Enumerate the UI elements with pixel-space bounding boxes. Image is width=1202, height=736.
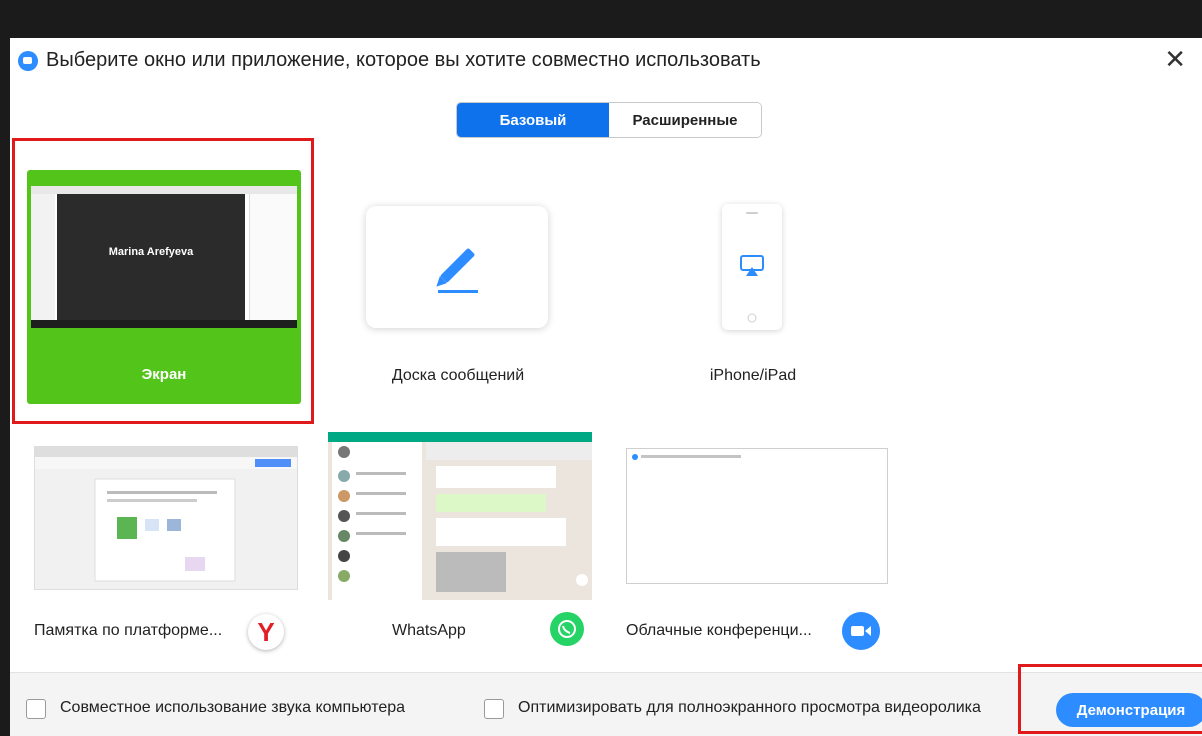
iphone-tile[interactable] bbox=[722, 204, 782, 330]
screen-thumbnail: Marina Arefyeva bbox=[31, 186, 297, 328]
window-label-zoom: Облачные конференци... bbox=[626, 622, 812, 639]
screen-tile-label: Экран bbox=[141, 366, 187, 383]
share-button-highlight bbox=[1018, 664, 1202, 734]
optimize-video-label: Оптимизировать для полноэкранного просмо… bbox=[518, 699, 981, 716]
thumbnail-participant-name: Marina Arefyeva bbox=[108, 246, 194, 258]
window-thumbnail-whatsapp[interactable] bbox=[328, 432, 592, 600]
pencil-icon bbox=[436, 248, 478, 293]
close-icon[interactable]: ✕ bbox=[1164, 46, 1186, 72]
share-audio-label: Совместное использование звука компьютер… bbox=[60, 699, 406, 716]
window-thumbnail-zoom[interactable] bbox=[626, 448, 888, 584]
whatsapp-preview bbox=[328, 432, 592, 600]
window-label-browser: Памятка по платформе... bbox=[34, 622, 223, 639]
zoom-logo-icon bbox=[18, 51, 38, 71]
title-bar: Выберите окно или приложение, которое вы… bbox=[10, 38, 1202, 84]
iphone-frame-icon bbox=[740, 212, 764, 323]
tab-advanced[interactable]: Расширенные bbox=[609, 103, 761, 137]
window-label-whatsapp: WhatsApp bbox=[392, 622, 466, 639]
optimize-video-checkbox[interactable] bbox=[484, 699, 504, 719]
window-thumbnail-browser[interactable] bbox=[34, 446, 298, 590]
airplay-icon bbox=[740, 255, 764, 276]
whiteboard-tile[interactable] bbox=[366, 206, 548, 328]
browser-preview bbox=[35, 447, 297, 582]
share-audio-checkbox[interactable] bbox=[26, 699, 46, 719]
share-screen-dialog: Выберите окно или приложение, которое вы… bbox=[10, 38, 1202, 736]
dialog-title: Выберите окно или приложение, которое вы… bbox=[46, 49, 761, 71]
iphone-tile-label: iPhone/iPad bbox=[709, 367, 797, 384]
whiteboard-tile-label: Доска сообщений bbox=[391, 367, 525, 384]
tab-basic[interactable]: Базовый bbox=[457, 103, 609, 137]
yandex-browser-icon: Y bbox=[248, 614, 284, 650]
zoom-window-preview bbox=[632, 454, 741, 460]
screen-tile[interactable]: Marina Arefyeva Экран bbox=[27, 170, 301, 404]
whatsapp-icon bbox=[550, 612, 584, 646]
zoom-icon bbox=[842, 612, 880, 650]
mode-tabs: Базовый Расширенные bbox=[456, 102, 762, 138]
